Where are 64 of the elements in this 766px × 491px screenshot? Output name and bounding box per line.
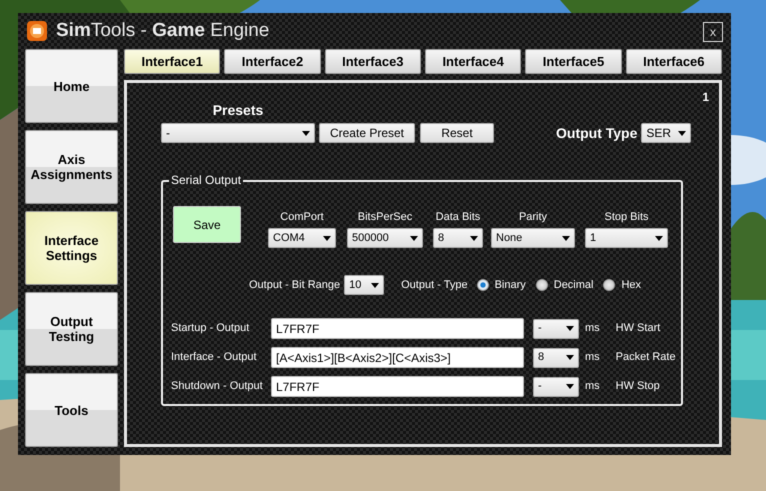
unit-label: ms <box>585 350 600 366</box>
output-label: Shutdown - Output <box>171 379 264 394</box>
close-button[interactable]: x <box>703 22 723 42</box>
dropdown[interactable]: None <box>491 228 575 248</box>
unit-label: ms <box>585 321 600 336</box>
field-label: Data Bits <box>434 210 482 224</box>
dropdown[interactable]: 500000 <box>347 228 423 248</box>
time-dropdown[interactable]: - <box>533 376 579 396</box>
dropdown[interactable]: 8 <box>433 228 483 248</box>
field-label: BitsPerSec <box>356 210 414 224</box>
dropdown-value: SER <box>646 125 672 142</box>
output-label: Interface - Output <box>171 350 258 366</box>
output-note: Packet Rate <box>616 350 676 366</box>
sidebar-button[interactable]: Axis Assignments <box>25 130 118 204</box>
panel-number: 1 <box>702 89 709 106</box>
output-type-label: Output Type <box>556 124 638 143</box>
dropdown[interactable]: COM4 <box>268 228 336 248</box>
dropdown-value: 8 <box>438 230 444 246</box>
presets-dropdown[interactable]: - <box>161 123 315 143</box>
output-type-dropdown[interactable]: SER <box>641 123 692 143</box>
output-note: HW Stop <box>616 379 660 394</box>
radio-label: Hex <box>621 278 642 293</box>
tab[interactable]: Interface2 <box>224 49 321 74</box>
window-title: SimTools - Game Engine <box>56 19 270 43</box>
presets-label: Presets <box>212 101 264 120</box>
field-label: Stop Bits <box>603 210 650 224</box>
dropdown-value: 500000 <box>352 230 389 246</box>
tab[interactable]: Interface3 <box>324 49 421 74</box>
reset-button[interactable]: Reset <box>420 123 494 143</box>
dropdown-value: - <box>538 321 542 336</box>
radio-label: Binary <box>494 278 526 293</box>
group-title: Serial Output <box>169 173 244 187</box>
unit-label: ms <box>585 379 600 394</box>
sidebar-button[interactable]: Tools <box>25 373 118 447</box>
sidebar-button[interactable]: Output Testing <box>25 292 118 366</box>
dropdown-value: - <box>538 379 542 394</box>
time-dropdown[interactable]: - <box>533 318 579 338</box>
field-label: ComPort <box>279 210 325 224</box>
create-preset-button[interactable]: Create Preset <box>319 123 415 143</box>
output-field[interactable]: [A<Axis1>][B<Axis2>][C<Axis3>] <box>271 347 524 368</box>
output-label: Startup - Output <box>171 321 250 336</box>
output-note: HW Start <box>616 321 660 336</box>
tab[interactable]: Interface4 <box>424 49 522 74</box>
tab[interactable]: Interface5 <box>525 49 622 74</box>
dropdown-value: 8 <box>538 350 544 366</box>
save-button[interactable]: Save <box>173 206 241 243</box>
output-field[interactable]: L7FR7F <box>271 318 524 339</box>
tab[interactable]: Interface6 <box>626 49 722 74</box>
sidebar-button[interactable]: Home <box>25 49 118 123</box>
dropdown-value: 1 <box>590 230 596 246</box>
dropdown-value: None <box>496 230 522 246</box>
dropdown-value: COM4 <box>273 230 305 246</box>
field-label: Parity <box>518 210 548 224</box>
output-type-label: Output - Type <box>401 278 468 293</box>
dropdown-value: - <box>166 125 170 142</box>
radio-label: Decimal <box>554 278 594 293</box>
bit-range-label: Output - Bit Range <box>249 278 340 293</box>
dropdown[interactable]: 1 <box>585 228 668 248</box>
sidebar-button[interactable]: Interface Settings <box>25 211 118 285</box>
time-dropdown[interactable]: 8 <box>533 348 579 368</box>
bit-range-dropdown[interactable]: 10 <box>344 275 384 295</box>
dropdown-value: 10 <box>349 278 362 293</box>
tab[interactable]: Interface1 <box>124 49 220 74</box>
output-field[interactable]: L7FR7F <box>271 376 524 397</box>
